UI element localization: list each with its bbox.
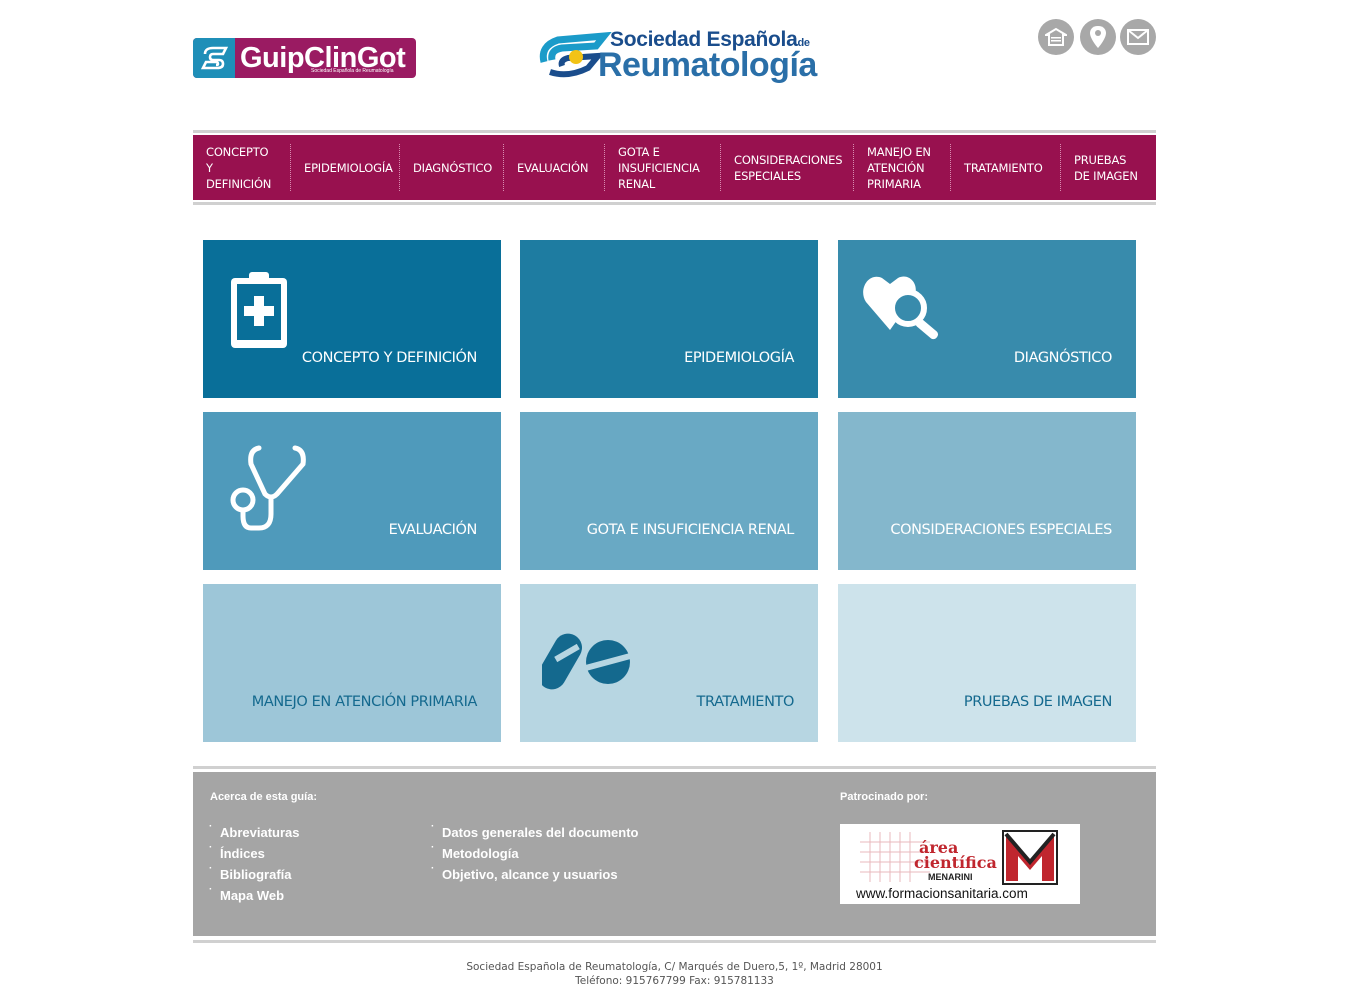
tile-concepto-label: CONCEPTO Y DEFINICIÓN <box>301 350 477 366</box>
footer-link-metodologia[interactable]: Metodología <box>431 842 518 861</box>
sponsor-url[interactable]: www.formacionsanitaria.com <box>856 886 1028 901</box>
menarini-logo <box>1002 830 1058 885</box>
nav-item-manejo[interactable]: MANEJO EN ATENCIÓN PRIMARIA <box>854 144 951 191</box>
sponsor-heading: Patrocinado por: <box>840 791 929 803</box>
tile-manejo-label: MANEJO EN ATENCIÓN PRIMARIA <box>251 694 478 710</box>
ser-logo[interactable]: Sociedad Españolade Reumatología <box>538 28 838 86</box>
tile-consideraciones[interactable]: CONSIDERACIONES ESPECIALES <box>838 412 1136 570</box>
tile-evaluacion-label: EVALUACIÓN <box>388 522 478 538</box>
nav-item-epidemiologia[interactable]: EPIDEMIOLOGÍA <box>291 144 400 191</box>
about-heading: Acerca de esta guía: <box>210 791 317 803</box>
mail-icon[interactable] <box>1120 19 1156 55</box>
nav-item-pruebas[interactable]: PRUEBAS DE IMAGEN <box>1061 144 1156 191</box>
location-icon[interactable] <box>1080 19 1116 55</box>
guipclingot-logo-subtitle: Sociedad Española de Reumatología <box>311 68 394 74</box>
footer-link-mapa-web[interactable]: Mapa Web <box>209 884 284 903</box>
tile-tratamiento-label: TRATAMIENTO <box>696 694 795 710</box>
nav-item-concepto[interactable]: CONCEPTO Y DEFINICIÓN <box>193 144 291 191</box>
tile-pruebas-label: PRUEBAS DE IMAGEN <box>963 694 1113 710</box>
sponsor-line3: MENARINI <box>928 872 973 882</box>
tile-tratamiento[interactable]: TRATAMIENTO <box>520 584 818 742</box>
tile-pruebas[interactable]: PRUEBAS DE IMAGEN <box>838 584 1136 742</box>
tile-gota-label: GOTA E INSUFICIENCIA RENAL <box>586 522 795 538</box>
footer-top-rule <box>193 766 1156 769</box>
nav-item-gota[interactable]: GOTA E INSUFICIENCIA RENAL <box>605 144 721 191</box>
nav-top-rule <box>193 130 1156 133</box>
tile-diagnostico[interactable]: DIAGNÓSTICO <box>838 240 1136 398</box>
main-nav: CONCEPTO Y DEFINICIÓN EPIDEMIOLOGÍA DIAG… <box>193 135 1156 200</box>
tile-epidemiologia[interactable]: EPIDEMIOLOGÍA <box>520 240 818 398</box>
pills-icon <box>542 633 632 690</box>
guipclingot-mark-icon <box>193 38 235 78</box>
ser-logo-line2: Reumatología <box>598 46 817 84</box>
stethoscope-icon <box>230 445 306 531</box>
address-line: Sociedad Española de Reumatología, C/ Ma… <box>466 961 883 973</box>
footer-link-abreviaturas[interactable]: Abreviaturas <box>209 821 300 840</box>
tile-consideraciones-label: CONSIDERACIONES ESPECIALES <box>890 522 1112 538</box>
phone-line: Teléfono: 915767799 Fax: 915781133 <box>575 975 774 987</box>
tile-evaluacion[interactable]: EVALUACIÓN <box>203 412 501 570</box>
footer-link-datos-generales[interactable]: Datos generales del documento <box>431 821 638 840</box>
sponsor-banner[interactable]: área científica MENARINI www.formacionsa… <box>840 824 1080 904</box>
tile-epidemiologia-label: EPIDEMIOLOGÍA <box>684 350 794 366</box>
nav-item-consideraciones[interactable]: CONSIDERACIONES ESPECIALES <box>721 144 854 191</box>
nav-item-diagnostico[interactable]: DIAGNÓSTICO <box>400 144 504 191</box>
nav-item-evaluacion[interactable]: EVALUACIÓN <box>504 144 605 191</box>
menarini-m-icon <box>1004 832 1056 881</box>
clipboard-medical-icon <box>231 272 287 348</box>
footer-link-indices[interactable]: Índices <box>209 842 265 861</box>
nav-bottom-rule <box>193 202 1156 205</box>
tile-gota[interactable]: GOTA E INSUFICIENCIA RENAL <box>520 412 818 570</box>
home-icon[interactable] <box>1038 19 1074 55</box>
tile-manejo[interactable]: MANEJO EN ATENCIÓN PRIMARIA <box>203 584 501 742</box>
heart-search-icon <box>863 276 939 340</box>
tile-concepto[interactable]: CONCEPTO Y DEFINICIÓN <box>203 240 501 398</box>
footer-bottom-rule <box>193 940 1156 943</box>
tile-diagnostico-label: DIAGNÓSTICO <box>1013 350 1112 366</box>
footer-link-bibliografia[interactable]: Bibliografía <box>209 863 291 882</box>
nav-item-tratamiento[interactable]: TRATAMIENTO <box>951 144 1061 191</box>
sponsor-line2: científica <box>914 853 997 872</box>
footer-link-objetivo[interactable]: Objetivo, alcance y usuarios <box>431 863 618 882</box>
